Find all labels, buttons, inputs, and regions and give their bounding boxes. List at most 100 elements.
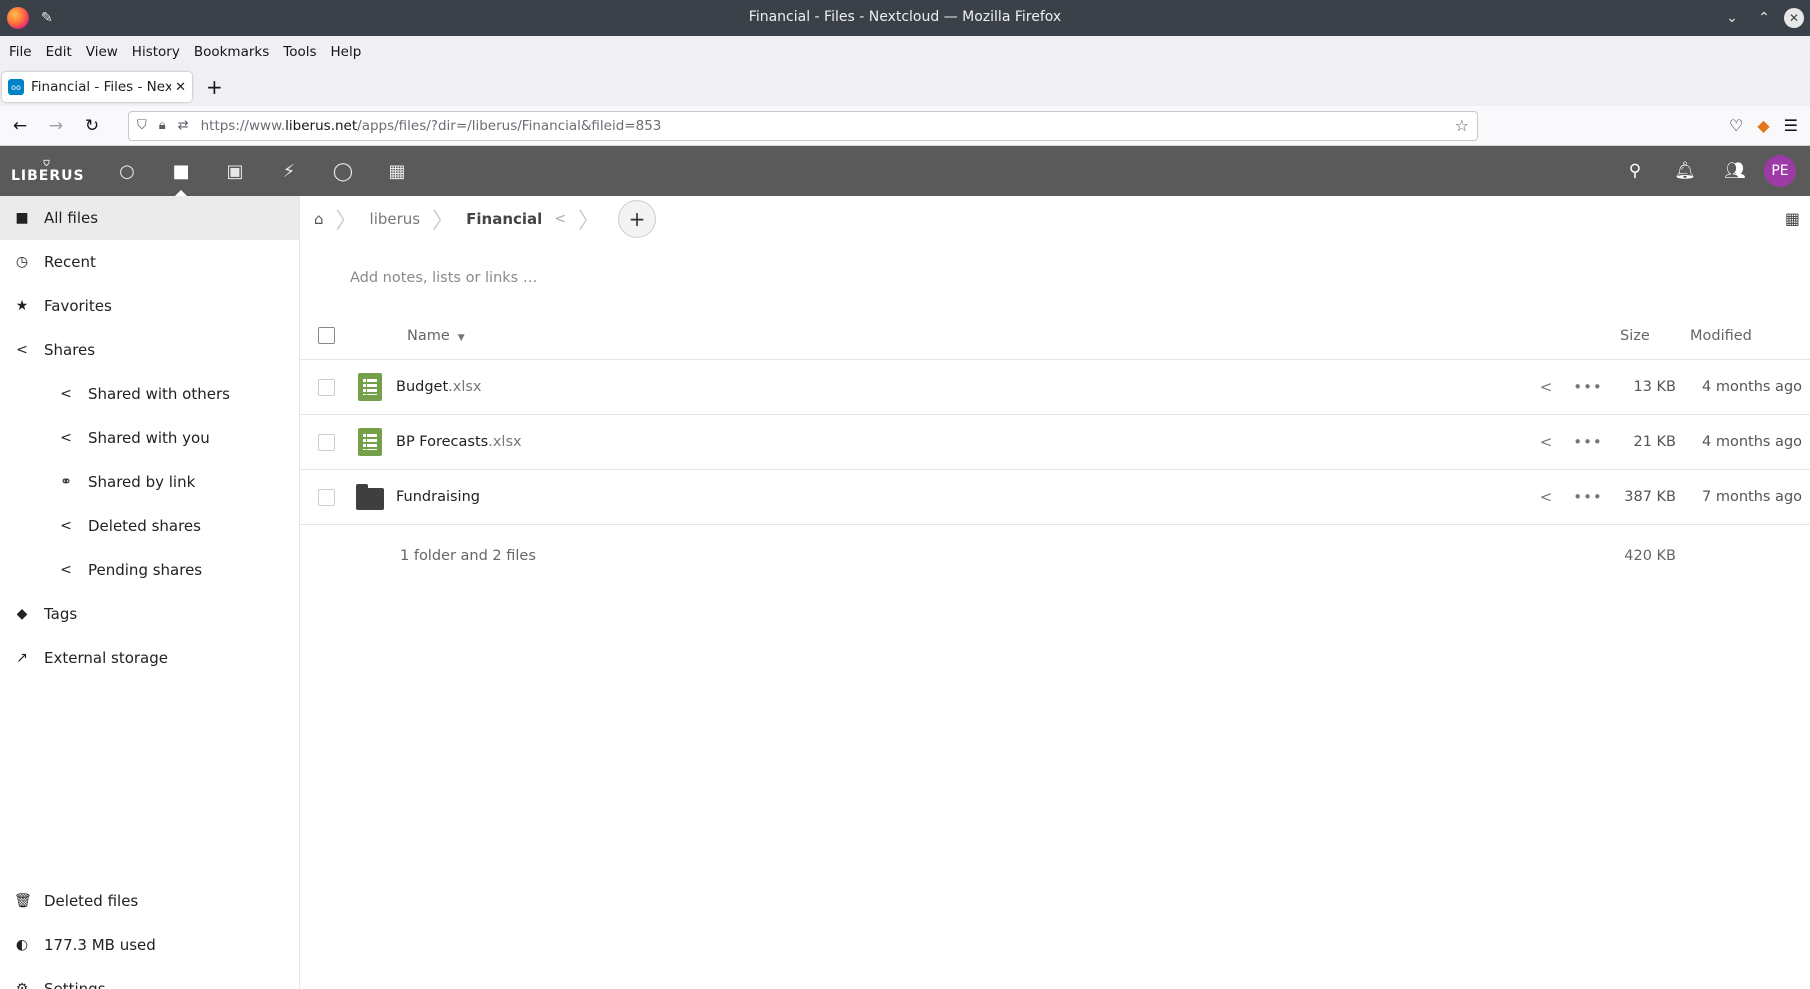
- file-modified: 4 months ago: [1702, 434, 1803, 450]
- table-summary: 1 folder and 2 files 420 KB: [300, 525, 1810, 587]
- tab-bar: oo Financial - Files - Nextcloud ✕ +: [0, 68, 1810, 106]
- home-icon[interactable]: ⌂: [314, 210, 324, 228]
- hamburger-menu-icon[interactable]: ☰: [1784, 116, 1798, 135]
- pocket-icon[interactable]: ♡: [1729, 116, 1743, 135]
- calendar-app-icon[interactable]: ▦: [370, 146, 424, 196]
- grid-view-toggle-icon[interactable]: ▦: [1785, 209, 1800, 228]
- breadcrumb-separator: 〉: [432, 209, 455, 234]
- search-icon[interactable]: ⚲: [1610, 161, 1660, 181]
- shield-icon[interactable]: ⛉: [137, 118, 147, 133]
- file-name[interactable]: BP Forecasts.xlsx: [396, 434, 522, 450]
- permissions-icon[interactable]: ⇄: [178, 118, 189, 133]
- row-checkbox[interactable]: [318, 378, 335, 396]
- sidebar-item-label: Settings: [44, 980, 106, 989]
- sort-by-name-header[interactable]: Name ▼: [407, 328, 465, 344]
- talk-app-icon[interactable]: ◯: [316, 146, 370, 196]
- menu-bookmarks[interactable]: Bookmarks: [189, 44, 274, 60]
- sort-by-modified-header[interactable]: Modified: [1690, 328, 1810, 344]
- sidebar-item-label: 177.3 MB used: [44, 936, 156, 954]
- files-app-icon[interactable]: ■: [154, 146, 208, 196]
- pin-icon[interactable]: ✎: [41, 10, 53, 26]
- menu-view[interactable]: View: [81, 44, 123, 60]
- share-icon[interactable]: <: [1526, 433, 1566, 451]
- new-file-button[interactable]: +: [618, 200, 657, 238]
- sidebar-item-shared-with-you[interactable]: < Shared with you: [0, 416, 299, 460]
- liberus-logo[interactable]: ⛉ LIBERUS: [11, 159, 84, 183]
- table-row[interactable]: BP Forecasts.xlsx < ••• 21 KB 4 months a…: [300, 415, 1810, 470]
- dashboard-app-icon[interactable]: ○: [100, 146, 154, 196]
- window-titlebar: ✎ Financial - Files - Nextcloud — Mozill…: [0, 0, 1810, 36]
- table-row[interactable]: Fundraising < ••• 387 KB 7 months ago: [300, 470, 1810, 525]
- sort-caret-icon: ▼: [457, 332, 465, 343]
- more-actions-icon[interactable]: •••: [1566, 433, 1610, 451]
- tab-close-button[interactable]: ✕: [175, 80, 186, 95]
- folder-notes-field[interactable]: Add notes, lists or links …: [300, 242, 1810, 312]
- sidebar-item-deleted-shares[interactable]: < Deleted shares: [0, 504, 299, 548]
- folder-icon: ■: [15, 210, 29, 226]
- row-checkbox[interactable]: [318, 433, 335, 451]
- user-avatar[interactable]: PE: [1764, 155, 1796, 187]
- lock-icon[interactable]: 🔒︎: [159, 118, 166, 133]
- url-bar[interactable]: ⛉ 🔒︎ ⇄ https://www.liberus.net/apps/file…: [128, 110, 1478, 141]
- gear-icon: ⚙: [15, 981, 29, 989]
- url-text[interactable]: https://www.liberus.net/apps/files/?dir=…: [201, 118, 1455, 134]
- share-icon[interactable]: <: [1526, 378, 1566, 396]
- more-actions-icon[interactable]: •••: [1566, 488, 1610, 506]
- more-actions-icon[interactable]: •••: [1566, 378, 1610, 396]
- share-icon[interactable]: <: [554, 211, 566, 227]
- sidebar-item-recent[interactable]: ◷ Recent: [0, 240, 299, 284]
- notifications-bell-icon[interactable]: 🔔︎: [1660, 161, 1710, 181]
- minimize-button[interactable]: ⌄: [1720, 6, 1744, 30]
- spreadsheet-file-icon: [355, 372, 385, 402]
- sidebar-item-tags[interactable]: ◆ Tags: [0, 592, 299, 636]
- sidebar-item-quota[interactable]: ◐ 177.3 MB used: [0, 923, 299, 967]
- menu-tools[interactable]: Tools: [278, 44, 321, 60]
- nextcloud-header: ⛉ LIBERUS ○ ■ ▣ ⚡ ◯ ▦ ⚲ 🔔︎ 👥︎ PE: [0, 146, 1810, 196]
- menu-edit[interactable]: Edit: [41, 44, 77, 60]
- file-name[interactable]: Fundraising: [396, 489, 480, 505]
- sidebar-item-label: Deleted shares: [88, 517, 201, 535]
- sidebar-item-deleted-files[interactable]: 🗑︎ Deleted files: [0, 879, 299, 923]
- table-row[interactable]: Budget.xlsx < ••• 13 KB 4 months ago: [300, 360, 1810, 415]
- sidebar-item-shared-by-link[interactable]: ⚭ Shared by link: [0, 460, 299, 504]
- browser-tab[interactable]: oo Financial - Files - Nextcloud ✕: [2, 72, 192, 102]
- breadcrumb-item-financial[interactable]: Financial: [466, 210, 542, 228]
- sidebar-item-shared-with-others[interactable]: < Shared with others: [0, 372, 299, 416]
- activity-app-icon[interactable]: ⚡: [262, 146, 316, 196]
- forward-button[interactable]: →: [40, 110, 72, 142]
- breadcrumb-item-liberus[interactable]: liberus: [370, 210, 421, 228]
- breadcrumb-separator: 〉: [335, 209, 358, 234]
- sidebar-item-external-storage[interactable]: ↗ External storage: [0, 636, 299, 680]
- sort-by-size-header[interactable]: Size: [1620, 328, 1690, 344]
- bookmark-star-icon[interactable]: ☆: [1455, 116, 1469, 135]
- photos-app-icon[interactable]: ▣: [208, 146, 262, 196]
- row-checkbox[interactable]: [318, 488, 335, 506]
- menu-help[interactable]: Help: [326, 44, 367, 60]
- files-table: Name ▼ Size Modified Budget.xlsx < ••• 13…: [300, 312, 1810, 587]
- sidebar-item-label: All files: [44, 209, 99, 227]
- sidebar-item-label: Recent: [44, 253, 96, 271]
- file-modified: 7 months ago: [1702, 489, 1803, 505]
- sidebar-item-settings[interactable]: ⚙ Settings: [0, 967, 299, 989]
- reload-button[interactable]: ↻: [76, 110, 108, 142]
- sidebar-item-favorites[interactable]: ★ Favorites: [0, 284, 299, 328]
- sidebar-item-pending-shares[interactable]: < Pending shares: [0, 548, 299, 592]
- extension-fox-icon[interactable]: ◆: [1757, 116, 1769, 135]
- contacts-icon[interactable]: 👥︎: [1710, 161, 1760, 181]
- back-button[interactable]: ←: [4, 110, 36, 142]
- close-window-button[interactable]: ✕: [1784, 8, 1804, 28]
- sidebar-item-label: Shares: [44, 341, 96, 359]
- sidebar-item-label: External storage: [44, 649, 168, 667]
- menu-file[interactable]: File: [4, 44, 37, 60]
- select-all-checkbox[interactable]: [318, 327, 335, 344]
- sidebar-item-all-files[interactable]: ■ All files: [0, 196, 299, 240]
- menu-history[interactable]: History: [127, 44, 185, 60]
- trash-icon: 🗑︎: [14, 893, 32, 909]
- sidebar-item-shares[interactable]: < Shares: [0, 328, 299, 372]
- new-tab-button[interactable]: +: [206, 75, 223, 99]
- file-name[interactable]: Budget.xlsx: [396, 379, 482, 395]
- maximize-button[interactable]: ⌃: [1752, 6, 1776, 30]
- share-icon[interactable]: <: [1526, 488, 1566, 506]
- share-icon: <: [16, 342, 28, 358]
- sidebar-item-label: Shared with you: [88, 429, 210, 447]
